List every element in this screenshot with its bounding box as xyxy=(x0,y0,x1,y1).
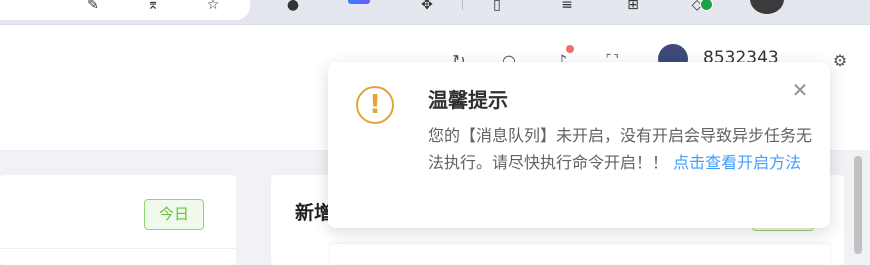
star-icon[interactable]: ☆ xyxy=(204,0,222,12)
settings-icon[interactable]: ⚙ xyxy=(831,52,849,70)
help-link[interactable]: 点击查看开启方法 xyxy=(673,153,801,172)
notification-message: 您的【消息队列】未开启，没有开启会导致异步任务无法执行。请尽快执行命令开启！！ … xyxy=(428,122,812,176)
reading-list-icon[interactable]: ≡ xyxy=(558,0,576,12)
scrollbar-thumb[interactable] xyxy=(854,156,862,254)
close-icon[interactable]: ✕ xyxy=(790,80,810,100)
notification-dot xyxy=(566,45,574,53)
notification-popup: ! 温馨提示 ✕ 您的【消息队列】未开启，没有开启会导致异步任务无法执行。请尽快… xyxy=(328,62,830,228)
today-tag: 今日 xyxy=(144,199,204,230)
profile-avatar[interactable] xyxy=(750,0,784,14)
pin-icon[interactable]: ⌆ xyxy=(144,0,162,12)
status-check-icon xyxy=(700,0,713,11)
inner-card xyxy=(330,244,830,264)
warning-icon: ! xyxy=(356,86,394,124)
ai-badge-icon[interactable] xyxy=(348,0,370,4)
notification-title: 温馨提示 xyxy=(428,88,508,112)
split-screen-icon[interactable]: ▯ xyxy=(488,0,506,12)
brush-icon[interactable]: ✎ xyxy=(84,0,102,12)
toolbar-divider xyxy=(462,0,463,10)
card-divider xyxy=(0,248,236,249)
browser-toolbar: ✎ ⌆ ☆ ● ✥ ▯ ≡ ⊞ ◇ xyxy=(0,0,870,24)
extension-icon[interactable]: ✥ xyxy=(418,0,436,12)
collections-icon[interactable]: ⊞ xyxy=(624,0,642,12)
ai-assistant-icon[interactable]: ● xyxy=(284,0,302,12)
